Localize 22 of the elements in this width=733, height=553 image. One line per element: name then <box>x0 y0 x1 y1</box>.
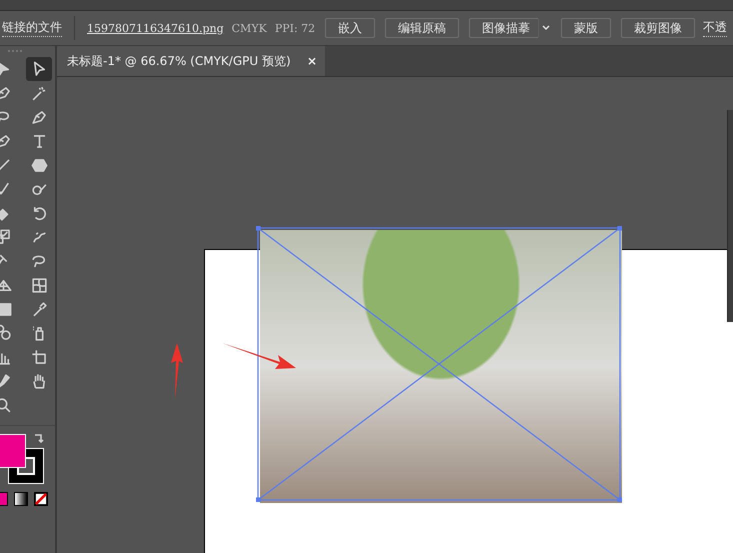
opacity-link[interactable]: 不透 <box>703 19 728 37</box>
ppi-label: PPI: 72 <box>274 22 316 34</box>
hollow-arrow-tool[interactable] <box>26 57 52 81</box>
filename-link[interactable]: 1597807116347610.png <box>87 22 224 34</box>
mesh-icon <box>30 276 48 294</box>
document-title: 未标题-1* @ 66.67% (CMYK/GPU 预览) <box>67 52 291 70</box>
swap-icon[interactable] <box>33 432 45 444</box>
close-button[interactable]: × <box>306 54 317 68</box>
control-button[interactable]: 蒙版 <box>561 18 612 38</box>
linked-file-link[interactable]: 链接的文件 <box>2 19 62 37</box>
color-mode-label: CMYK <box>232 22 267 34</box>
control-button[interactable]: 嵌入 <box>325 18 376 38</box>
document-tab[interactable]: 未标题-1* @ 66.67% (CMYK/GPU 预览) × <box>57 46 325 76</box>
none-mode-icon[interactable] <box>34 492 48 506</box>
gradient-mode-icon[interactable] <box>14 492 28 506</box>
annotation-arrow <box>170 343 184 399</box>
control-button[interactable]: 裁剪图像 <box>621 18 696 38</box>
artboard-icon <box>30 348 48 366</box>
control-button[interactable]: 编辑原稿 <box>385 18 460 38</box>
chevron-icon[interactable] <box>541 23 552 33</box>
control-button[interactable]: 图像描摹 <box>469 18 540 38</box>
fill-swatch[interactable] <box>0 434 26 468</box>
